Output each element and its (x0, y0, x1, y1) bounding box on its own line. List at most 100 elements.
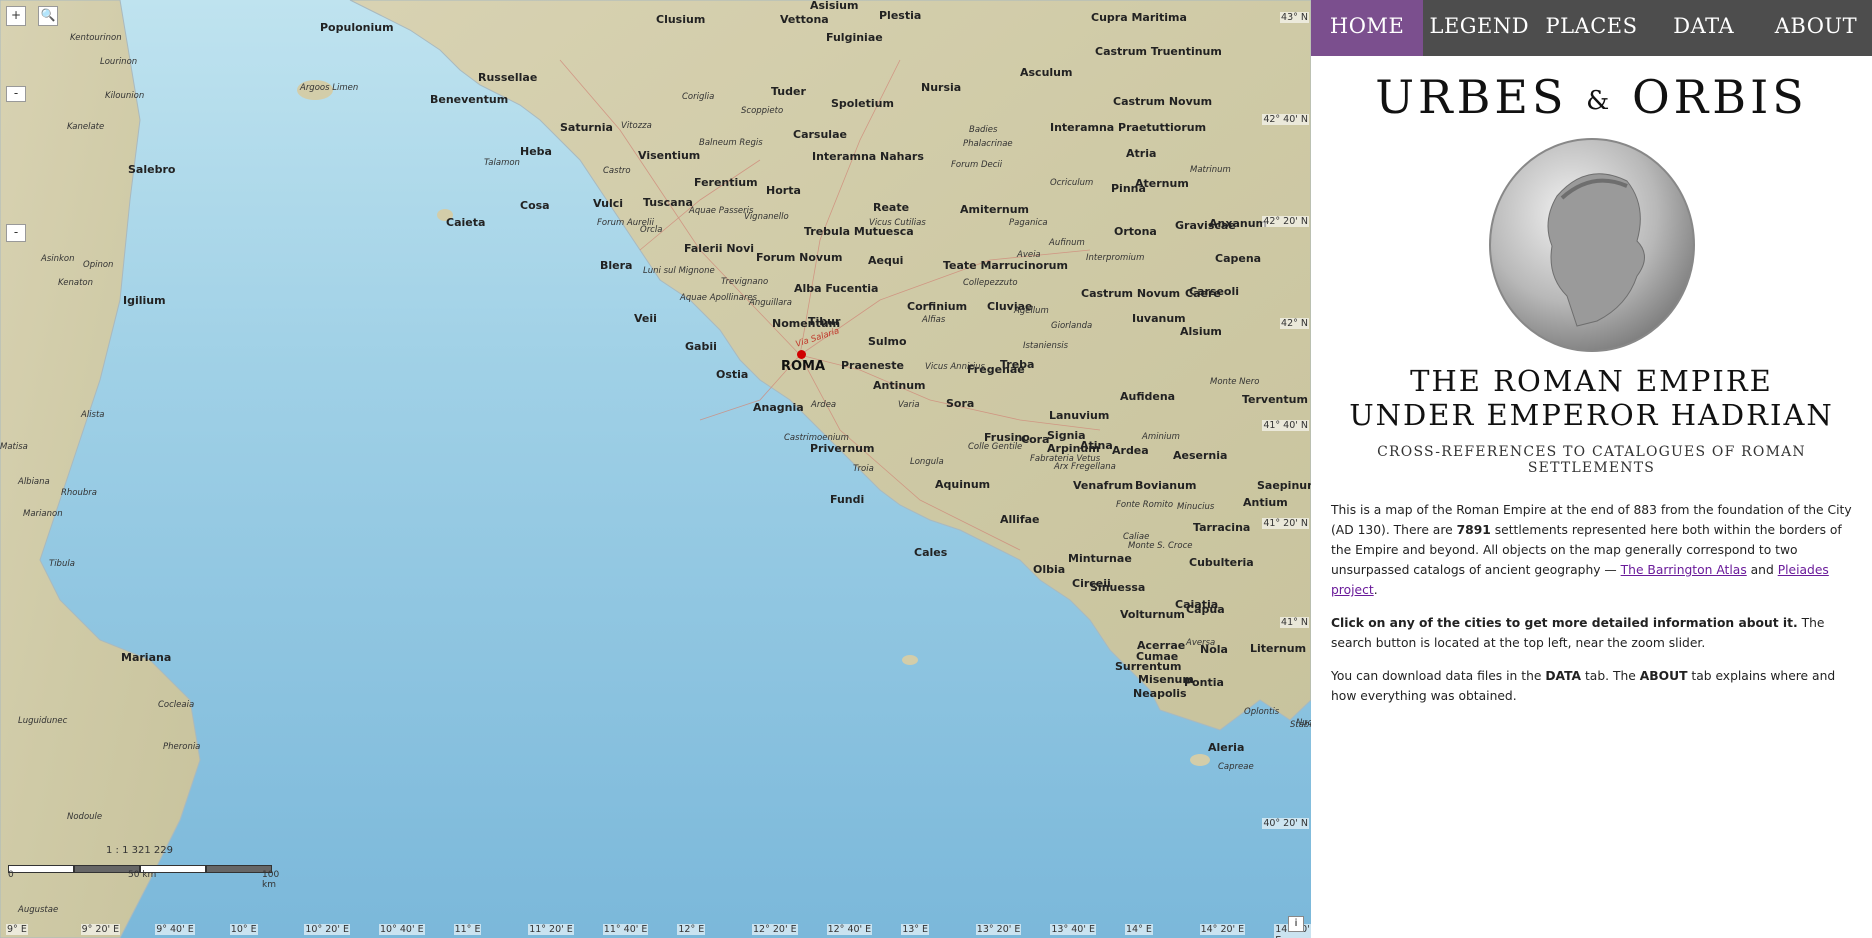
place-city-36[interactable]: Teate Marrucinorum (943, 260, 1068, 271)
place-city-3[interactable]: Asisium (810, 0, 858, 11)
place-site-60[interactable]: Marianon (23, 509, 63, 520)
place-city-41[interactable]: Alba Fucentia (794, 283, 878, 294)
place-city-52[interactable]: Gabii (685, 341, 717, 352)
place-city-45[interactable]: Caere (1185, 288, 1221, 299)
place-site-14[interactable]: Matrinum (1190, 165, 1231, 176)
place-city-11[interactable]: Castrum Truentinum (1095, 46, 1222, 57)
place-site-49[interactable]: Oplontis (1244, 707, 1279, 718)
place-city-13[interactable]: Castrum Novum (1113, 96, 1212, 107)
place-city-89[interactable]: Liternum (1250, 643, 1306, 654)
place-site-42[interactable]: Aminium (1142, 432, 1180, 443)
place-site-30[interactable]: Giorlanda (1051, 321, 1092, 332)
place-site-29[interactable]: Agellum (1014, 306, 1049, 317)
place-city-74[interactable]: Saepinum (1257, 480, 1311, 491)
place-site-25[interactable]: Aufinum (1049, 238, 1085, 249)
place-city-79[interactable]: Minturnae (1068, 553, 1132, 564)
place-city-67[interactable]: Atina (1080, 440, 1113, 451)
place-site-58[interactable]: Augustae (18, 905, 58, 916)
place-city-26[interactable]: Interamna Praetuttiorum (1050, 122, 1206, 133)
place-site-13[interactable]: Phalacrinae (963, 139, 1013, 150)
place-city-50[interactable]: Iuvanum (1132, 313, 1186, 324)
place-site-15[interactable]: Vicus Cutilias (869, 218, 926, 229)
place-city-23[interactable]: Horta (766, 185, 801, 196)
place-city-49[interactable]: Sulmo (868, 336, 907, 347)
place-city-1[interactable]: Clusium (656, 14, 705, 25)
place-site-34[interactable]: Varia (898, 400, 920, 411)
place-site-57[interactable]: Nodoule (67, 812, 102, 823)
place-city-72[interactable]: Venafrum (1073, 480, 1133, 491)
place-city-77[interactable]: Allifae (1000, 514, 1040, 525)
place-site-38[interactable]: Longula (910, 457, 944, 468)
place-city-10[interactable]: Asculum (1020, 67, 1072, 78)
place-city-86[interactable]: Volturnum (1120, 609, 1185, 620)
place-city-38[interactable]: Anxanum (1209, 218, 1267, 229)
place-city-68[interactable]: Aesernia (1173, 450, 1227, 461)
place-city-57[interactable]: Ostia (716, 369, 748, 380)
map-view[interactable]: + 🔍 - - ROMA Via Salaria Populonium Clusi… (0, 0, 1311, 938)
tab-places[interactable]: PLACES (1535, 0, 1647, 56)
place-city-62[interactable]: Lanuvium (1049, 410, 1109, 421)
place-site-7[interactable]: Coriglia (682, 92, 714, 103)
place-city-20[interactable]: Cosa (520, 200, 550, 211)
place-site-45[interactable]: Minucius (1177, 502, 1214, 513)
place-city-5[interactable]: Fulginiae (826, 32, 883, 43)
place-city-54[interactable]: Antinum (873, 380, 926, 391)
place-city-59[interactable]: Sora (946, 398, 974, 409)
place-site-12[interactable]: Badies (969, 125, 997, 136)
place-city-85[interactable]: Capua (1186, 604, 1225, 615)
place-city-96[interactable]: Aleria (1208, 742, 1244, 753)
place-city-58[interactable]: Anagnia (753, 402, 804, 413)
place-city-32[interactable]: Falerii Novi (684, 243, 754, 254)
place-site-43[interactable]: Monte Nero (1210, 377, 1259, 388)
place-site-68[interactable]: Kanelate (67, 122, 104, 133)
tab-home[interactable]: HOME (1311, 0, 1424, 56)
place-site-36[interactable]: Castrimoenium (784, 433, 849, 444)
place-site-17[interactable]: Vignanello (744, 212, 789, 223)
tab-about[interactable]: ABOUT (1760, 0, 1872, 56)
place-site-51[interactable]: Nuceria (1296, 718, 1311, 729)
place-city-46[interactable]: Veii (634, 313, 657, 324)
place-city-44[interactable]: Castrum Novum (1081, 288, 1180, 299)
place-site-2[interactable]: Kilounion (105, 91, 144, 102)
place-city-92[interactable]: Neapolis (1133, 688, 1187, 699)
place-city-69[interactable]: Ardea (1112, 445, 1149, 456)
zoom-slider-handle[interactable]: - (6, 86, 26, 102)
place-city-8[interactable]: Spoletium (831, 98, 894, 109)
tab-legend[interactable]: LEGEND (1423, 0, 1535, 56)
place-city-29[interactable]: Aternum (1135, 178, 1189, 189)
place-city-94[interactable]: Surrentum (1115, 661, 1181, 672)
place-city-27[interactable]: Atria (1126, 148, 1156, 159)
place-city-25[interactable]: Amiternum (960, 204, 1029, 215)
place-site-28[interactable]: Interpromium (1086, 253, 1144, 264)
search-icon[interactable]: 🔍 (38, 6, 58, 26)
place-city-7[interactable]: Tuder (771, 86, 806, 97)
place-city-31[interactable]: Blera (600, 260, 632, 271)
place-city-4[interactable]: Plestia (879, 10, 921, 21)
place-site-0[interactable]: Kentourinon (70, 33, 122, 44)
place-city-21[interactable]: Tuscana (643, 197, 693, 208)
zoom-out-button[interactable]: - (6, 224, 26, 242)
place-site-62[interactable]: Matisa (0, 442, 28, 453)
place-site-23[interactable]: Anguillara (749, 298, 792, 309)
place-site-6[interactable]: Vitozza (621, 121, 652, 132)
place-city-18[interactable]: Interamna Nahars (812, 151, 924, 162)
place-city-100[interactable]: Caieta (446, 217, 485, 228)
place-city-17[interactable]: Carsulae (793, 129, 847, 140)
place-city-98[interactable]: Igilium (123, 295, 166, 306)
place-city-95[interactable]: Olbia (1033, 564, 1065, 575)
place-city-51[interactable]: Alsium (1180, 326, 1222, 337)
place-site-11[interactable]: Forum Decii (951, 160, 1002, 171)
place-city-19[interactable]: Vulci (593, 198, 623, 209)
place-city-75[interactable]: Antium (1243, 497, 1288, 508)
place-site-66[interactable]: Kenaton (58, 278, 93, 289)
place-site-10[interactable]: Ocriculum (1050, 178, 1093, 189)
place-city-16[interactable]: Visentium (638, 150, 700, 161)
place-city-97[interactable]: Mariana (121, 652, 171, 663)
place-site-1[interactable]: Lourinon (100, 57, 137, 68)
place-city-73[interactable]: Bovianum (1135, 480, 1196, 491)
place-city-39[interactable]: Capena (1215, 253, 1261, 264)
place-site-55[interactable]: Cocleaia (158, 700, 194, 711)
place-city-60[interactable]: Aufidena (1120, 391, 1175, 402)
place-roma[interactable]: ROMA (781, 360, 825, 373)
place-site-35[interactable]: Ardea (811, 400, 836, 411)
